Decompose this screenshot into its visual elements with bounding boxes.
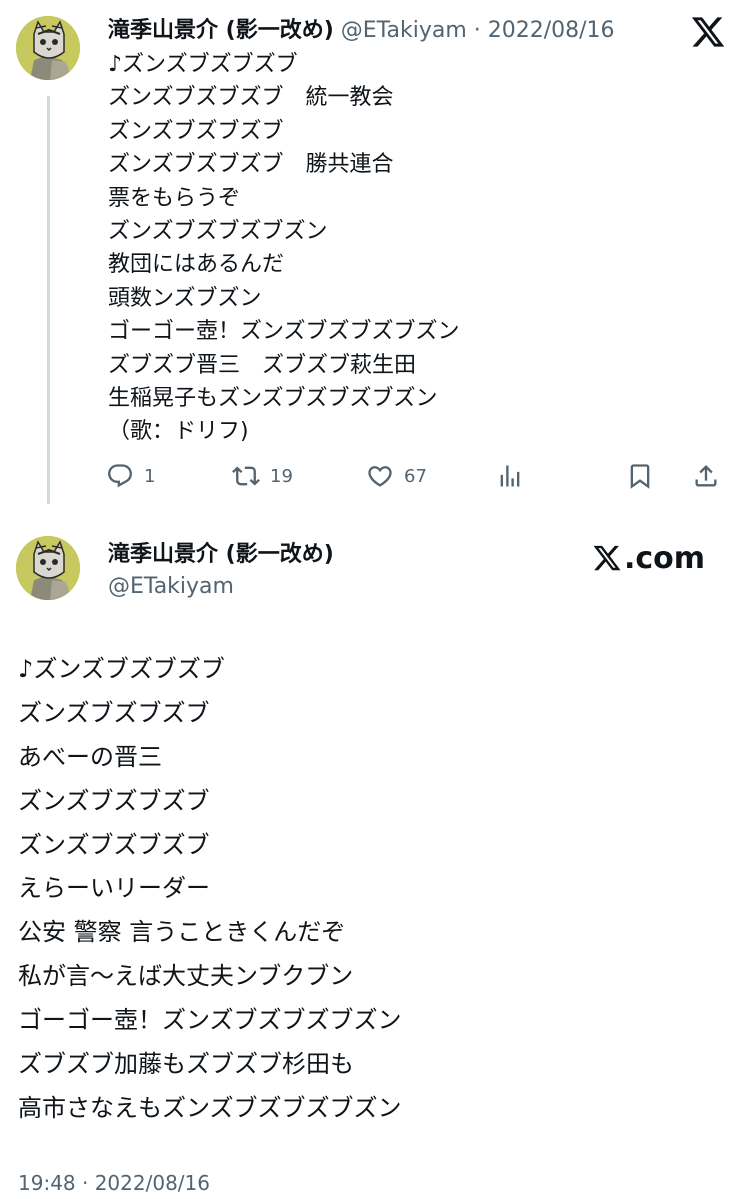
thread-connector-line: [47, 96, 50, 504]
tweet-line: 生稲晃子もズンズブズブズブズン: [108, 385, 438, 411]
cat-avatar-icon: [16, 536, 80, 600]
retweet-button[interactable]: 19: [232, 456, 293, 496]
tweet-timestamp[interactable]: 19:48 · 2022/08/16: [18, 1168, 210, 1198]
separator-dot: ·: [466, 18, 488, 43]
reply-button[interactable]: 1: [106, 456, 155, 496]
tweet-date[interactable]: 2022/08/16: [488, 18, 615, 43]
tweet-line: ゴーゴー壺！ズンズブズブズブズン: [108, 319, 460, 345]
handle[interactable]: @ETakiyam: [108, 572, 234, 602]
x-com-logo[interactable]: .com: [592, 538, 705, 578]
tweet-line: ♪ズンズブズブズブ: [18, 655, 225, 683]
like-icon: [368, 466, 392, 487]
tweet-line: えらーいリーダー: [18, 874, 210, 903]
tweet-line: 公安 警察 言うこときくんだぞ: [18, 918, 346, 947]
tweet-line: ズンズブズブズブ: [18, 786, 210, 815]
x-logo-icon[interactable]: [690, 14, 726, 50]
views-icon: [500, 465, 520, 487]
handle[interactable]: @ETakiyam: [341, 18, 467, 43]
tweet-line: 私が言～えば大丈夫ンブクブン: [18, 962, 354, 991]
bookmark-icon: [630, 464, 650, 489]
tweet-line: ズンズブズブズブ: [18, 698, 210, 727]
views-button[interactable]: [496, 456, 524, 496]
like-count: 67: [404, 465, 427, 487]
tweet-line: ♪ズンズブズブズブ: [108, 52, 298, 77]
tweet-line: ズンズブズブズブ 勝共連合: [108, 152, 394, 178]
tweet-line: ズブズブ加藤もズブズブ杉田も: [18, 1050, 354, 1079]
tweet-action-bar: 1 19 67: [0, 456, 740, 496]
cat-avatar-icon: [16, 16, 80, 80]
tweet-header: 滝季山景介 (影一改め) @ETakiyam · 2022/08/16: [108, 16, 615, 46]
brand-text: .com: [624, 540, 706, 576]
tweet-line: あべーの晋三: [18, 742, 162, 771]
display-name[interactable]: 滝季山景介 (影一改め): [108, 540, 334, 570]
retweet-count: 19: [270, 465, 293, 487]
tweet-line: ズンズブズブズブ: [18, 830, 210, 859]
share-icon: [695, 465, 717, 487]
tweet-line: ズンズブズブズブ: [108, 118, 284, 144]
tweet-line: ゴーゴー壺！ズンズブズブズブズン: [18, 1006, 402, 1035]
tweet-line: ズブズブ晋三 ズブズブ萩生田: [108, 352, 417, 378]
share-button[interactable]: [692, 456, 720, 496]
tweet-line: ズンズブズブズブ 統一教会: [108, 85, 394, 111]
retweet-icon: [232, 466, 260, 486]
tweet-text: ♪ズンズブズブズブ ズンズブズブズブ あべーの晋三 ズンズブズブズブ ズンズブズ…: [18, 648, 718, 1131]
tweet-line: 教団にはあるんだ: [108, 252, 285, 278]
avatar[interactable]: [16, 16, 80, 80]
tweet-text: ♪ズンズブズブズブ ズンズブズブズブ 統一教会 ズンズブズブズブ ズンズブズブズ…: [108, 48, 708, 449]
like-button[interactable]: 67: [366, 456, 427, 496]
tweet-line: 高市さなえもズンズブズブズブズン: [18, 1093, 402, 1122]
reply-icon: [108, 464, 132, 488]
tweet-line: （歌：ドリフ): [108, 419, 249, 445]
tweet-line: 票をもらうぞ: [108, 185, 241, 211]
reply-count: 1: [144, 465, 156, 487]
tweet-line: 頭数ンズブズン: [108, 285, 262, 311]
avatar[interactable]: [16, 536, 80, 600]
x-logo-icon: [593, 545, 621, 571]
bookmark-button[interactable]: [626, 456, 654, 496]
tweet-line: ズンズブズブズブズン: [108, 218, 328, 244]
display-name[interactable]: 滝季山景介 (影一改め): [108, 18, 334, 43]
